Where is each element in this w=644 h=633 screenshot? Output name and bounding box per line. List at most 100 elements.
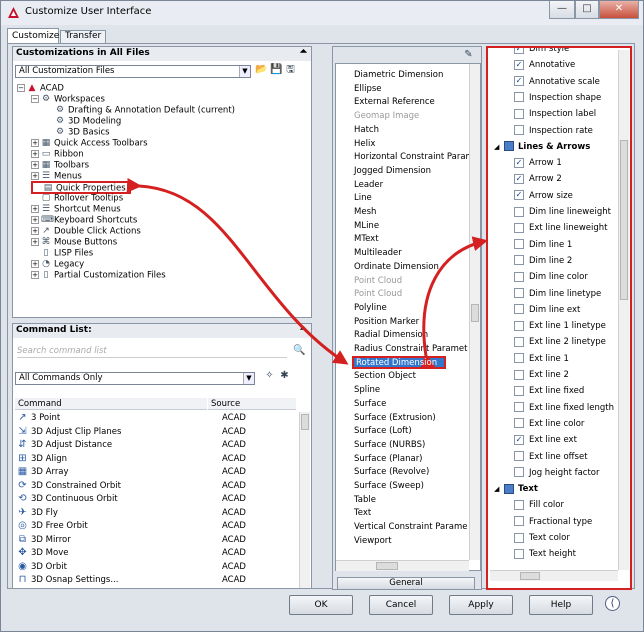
checkbox-checked[interactable]: ✓ [514,434,524,445]
checkbox-unchecked[interactable] [514,92,524,103]
tab-transfer[interactable]: Transfer [60,30,106,43]
column-command[interactable]: Command [15,398,207,410]
collapse-triangle-icon[interactable]: ◢ [494,140,502,154]
property-row[interactable]: Fractional type [514,515,592,529]
ok-button[interactable]: OK [289,595,353,615]
table-row[interactable]: ▦ 3D Array ACAD [17,466,297,479]
object-type-item[interactable]: Surface (Planar) [354,453,423,466]
cancel-button[interactable]: Cancel [369,595,433,615]
object-type-item[interactable]: Mesh [354,206,376,219]
property-row[interactable]: Dim line 2 [514,254,572,268]
property-row[interactable]: Dim line linetype [514,287,601,301]
property-row[interactable]: Ext line offset [514,450,588,464]
table-row[interactable]: ⊞ 3D Align ACAD [17,453,297,466]
checkbox-checked[interactable]: ✓ [514,173,524,184]
help-button[interactable]: Help [529,595,593,615]
object-type-item[interactable]: Horizontal Constraint Param [354,151,474,164]
property-row[interactable]: Ext line 1 [514,352,569,366]
object-type-item[interactable]: Surface [354,398,386,411]
expand-icon[interactable]: + [31,260,39,268]
property-row[interactable]: ✓ Arrow size [514,189,573,203]
minimize-button[interactable]: — [549,1,575,19]
object-type-item[interactable]: Surface (Loft) [354,425,412,438]
property-row[interactable]: Dim line 1 [514,238,572,252]
collapse-up-icon[interactable]: ⏶ [300,47,307,57]
object-type-item[interactable]: Vertical Constraint Parame [354,521,467,534]
property-row[interactable]: Ext line lineweight [514,221,607,235]
object-type-item[interactable]: Radius Constraint Paramet [354,343,467,356]
customization-files-combo[interactable]: All Customization Files ▼ [15,65,251,78]
object-type-item[interactable]: External Reference [354,96,435,109]
checkbox-unchecked[interactable] [514,255,524,266]
table-row[interactable]: ✥ 3D Move ACAD [17,547,297,560]
properties-scrollbar[interactable] [618,50,629,570]
checkbox-checked[interactable]: ✓ [514,157,524,168]
property-row[interactable]: Dim line color [514,270,588,284]
checkbox-unchecked[interactable] [514,336,524,347]
tree-node[interactable]: + ↗ Double Click Actions [31,226,141,237]
tree-node[interactable]: + ▭ Ribbon [31,149,84,160]
tree-node[interactable]: + ▯ Partial Customization Files [31,270,166,281]
object-type-item[interactable]: Hatch [354,124,379,137]
checkbox-checked[interactable]: ✓ [514,48,524,54]
property-row[interactable]: ✓ Ext line ext [514,433,577,447]
object-type-item[interactable]: Geomap Image [354,110,419,123]
object-type-item[interactable]: Surface (Extrusion) [354,412,436,425]
expand-icon[interactable]: + [31,161,39,169]
command-filter-combo[interactable]: All Commands Only ▼ [15,372,255,385]
object-type-item[interactable]: Surface (Sweep) [354,480,424,493]
property-row[interactable]: Ext line 2 linetype [514,335,606,349]
table-row[interactable]: ⧉ 3D Mirror ACAD [17,534,297,547]
table-row[interactable]: ↗ 3 Point ACAD [17,412,297,425]
more-options-icon[interactable]: ⟨ [605,596,620,611]
checkbox-unchecked[interactable] [514,222,524,233]
save-icon[interactable]: 💾 [270,65,282,76]
tree-node[interactable]: ▢ Rollover Tooltips [31,193,123,204]
object-type-item[interactable]: Section Object [354,370,416,383]
object-type-item[interactable]: Line [354,192,372,205]
object-type-item[interactable]: Viewport [354,535,392,548]
property-row[interactable]: Ext line 1 linetype [514,319,606,333]
object-type-item[interactable]: Table [354,494,376,507]
object-types-hscrollbar[interactable] [336,560,469,571]
collapse-icon[interactable]: − [31,95,39,103]
object-type-item[interactable]: Point Cloud [354,275,402,288]
property-category[interactable]: ◢ Lines & Arrows [494,140,590,154]
property-row[interactable]: Ext line fixed [514,384,584,398]
column-source[interactable]: Source [208,398,296,410]
checkbox-unchecked[interactable] [514,516,524,527]
table-row[interactable]: ✈ 3D Fly ACAD [17,507,297,520]
object-type-item[interactable]: Ellipse [354,83,382,96]
object-type-item[interactable]: Point Cloud [354,288,402,301]
tree-node[interactable]: ▯ LISP Files [31,248,94,259]
expand-icon[interactable]: + [31,271,39,279]
property-row[interactable]: ✓ Arrow 2 [514,172,562,186]
property-row[interactable]: Inspection rate [514,124,593,138]
checkbox-checked[interactable]: ✓ [514,59,524,70]
checkbox-unchecked[interactable] [514,288,524,298]
checkbox-checked[interactable]: ✓ [514,76,524,87]
apply-button[interactable]: Apply [449,595,513,615]
property-row[interactable]: Ext line fixed length [514,401,614,415]
property-row[interactable]: Inspection shape [514,91,601,105]
checkbox-unchecked[interactable] [514,125,524,135]
checkbox-unchecked[interactable] [514,320,524,331]
object-type-item[interactable]: Ordinate Dimension [354,261,439,274]
property-row[interactable]: Dim line lineweight [514,205,611,219]
checkbox-unchecked[interactable] [514,451,524,461]
object-type-item[interactable]: MText [354,233,379,246]
property-row[interactable]: ✓ Annotative scale [514,75,600,89]
expand-icon[interactable]: + [31,216,39,224]
expand-icon[interactable]: + [31,139,39,147]
edit-object-types-icon[interactable]: ✎ [463,50,474,61]
object-type-item[interactable]: Position Marker [354,316,419,329]
open-file-icon[interactable]: 📂 [255,65,267,76]
tree-node[interactable]: + ◔ Legacy [31,259,84,270]
object-type-item[interactable]: Helix [354,138,375,151]
object-types-scrollbar[interactable] [469,64,480,560]
property-category[interactable]: ◢ Text [494,482,538,496]
property-row[interactable]: Ext line color [514,417,584,431]
tree-node[interactable]: − ⚙ Workspaces [31,94,105,105]
property-row[interactable]: Text color [514,531,570,545]
table-row[interactable]: ⟳ 3D Constrained Orbit ACAD [17,480,297,493]
